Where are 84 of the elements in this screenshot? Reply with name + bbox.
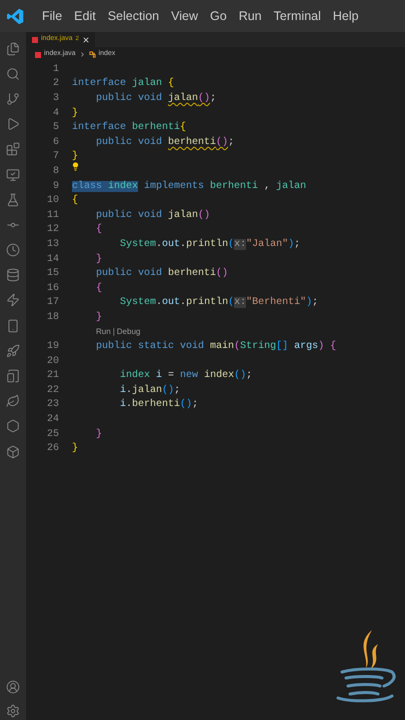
line-number: 23 xyxy=(46,398,59,412)
line-number: 16 xyxy=(46,282,59,296)
code-line: public static void main(String[] args) { xyxy=(95,340,336,354)
rocket-icon[interactable] xyxy=(6,344,20,358)
hexagon-icon[interactable] xyxy=(6,419,20,434)
line-number: 3 xyxy=(52,92,59,106)
code-line: { xyxy=(95,282,102,296)
code-line: public void berhenti() xyxy=(95,266,228,282)
database-icon[interactable] xyxy=(6,268,20,282)
line-number: 25 xyxy=(46,428,59,442)
line-number: 7 xyxy=(52,150,59,164)
line-number: 5 xyxy=(52,121,59,136)
app-logo-icon xyxy=(7,8,24,24)
code-line: interface berhenti{ xyxy=(72,120,186,136)
line-number: 26 xyxy=(46,442,59,456)
code-line: index i = new index(); xyxy=(119,368,252,384)
line-number: 15 xyxy=(46,267,59,282)
code-line: } xyxy=(95,310,102,325)
clock-icon[interactable] xyxy=(6,243,20,258)
device-icon[interactable] xyxy=(6,369,20,384)
line-number: 20 xyxy=(46,354,59,369)
code-line: } xyxy=(72,150,78,164)
debug-link[interactable]: Debug xyxy=(116,326,140,338)
code-line: interface jalan { xyxy=(72,76,174,92)
line-number: 11 xyxy=(46,208,59,223)
menu-item[interactable]: Terminal xyxy=(268,6,327,26)
line-number: 17 xyxy=(46,296,59,310)
menu-item[interactable]: Help xyxy=(326,6,365,26)
source-control-icon[interactable] xyxy=(6,92,20,106)
close-icon[interactable] xyxy=(82,36,90,44)
leaf-icon[interactable] xyxy=(6,394,20,408)
chevron-icon xyxy=(78,51,86,58)
menu-item[interactable]: Run xyxy=(232,6,268,26)
line-number: 21 xyxy=(46,369,59,384)
line-number: 24 xyxy=(46,413,59,428)
line-number: 1 xyxy=(52,62,59,77)
line-number: 9 xyxy=(52,180,59,194)
code-line: } xyxy=(72,106,78,121)
code-line: System.out.println(x:"Jalan"); xyxy=(119,238,300,252)
phone-icon[interactable] xyxy=(6,318,20,333)
line-number: 4 xyxy=(52,106,59,121)
line-number: 10 xyxy=(46,194,59,208)
files-icon[interactable] xyxy=(6,42,20,56)
remote-explorer-icon[interactable] xyxy=(6,168,20,182)
code-line: class index implements berhenti , jalan xyxy=(72,180,306,194)
line-number: 18 xyxy=(46,310,59,325)
code-line: public void jalan() xyxy=(95,208,210,223)
search-icon[interactable] xyxy=(6,66,20,81)
account-icon[interactable] xyxy=(6,680,20,694)
flask-icon[interactable] xyxy=(6,192,20,207)
menu-item[interactable]: File xyxy=(36,6,68,26)
line-number: 19 xyxy=(46,340,59,354)
menu-item[interactable]: Selection xyxy=(102,6,166,26)
extensions-icon[interactable] xyxy=(6,142,20,156)
code-line: System.out.println(x:"Berhenti"); xyxy=(119,296,318,310)
java-file-icon xyxy=(35,52,41,58)
code-line: } xyxy=(95,428,102,442)
code-line: i.berhenti(); xyxy=(119,398,198,412)
code-line: i.jalan(); xyxy=(119,384,180,398)
code-line: public void jalan(); xyxy=(95,92,216,106)
class-icon xyxy=(88,51,96,58)
lightbulb-icon[interactable] xyxy=(71,162,80,172)
menu-item[interactable]: Edit xyxy=(68,6,102,26)
line-number: 13 xyxy=(46,238,59,252)
code-line: { xyxy=(95,222,102,238)
settings-icon[interactable] xyxy=(6,704,20,718)
code-line: } xyxy=(72,442,78,456)
menu-item[interactable]: Go xyxy=(204,6,233,26)
line-number: 22 xyxy=(46,384,59,398)
separator: | xyxy=(112,326,115,338)
run-link[interactable]: Run xyxy=(96,326,111,338)
line-number: 8 xyxy=(52,164,59,179)
lightning-icon[interactable] xyxy=(6,293,20,308)
line-number: 6 xyxy=(52,136,59,150)
menu-item[interactable]: View xyxy=(165,6,204,26)
java-file-icon xyxy=(32,36,38,42)
line-number: 12 xyxy=(46,223,59,238)
line-number: 2 xyxy=(52,77,59,92)
code-line: public void berhenti(); xyxy=(95,136,234,150)
line-number: 14 xyxy=(46,252,59,267)
code-line: { xyxy=(72,194,78,208)
run-debug-icon[interactable] xyxy=(6,117,20,132)
code-line: } xyxy=(95,252,102,267)
package-icon[interactable] xyxy=(6,444,20,459)
